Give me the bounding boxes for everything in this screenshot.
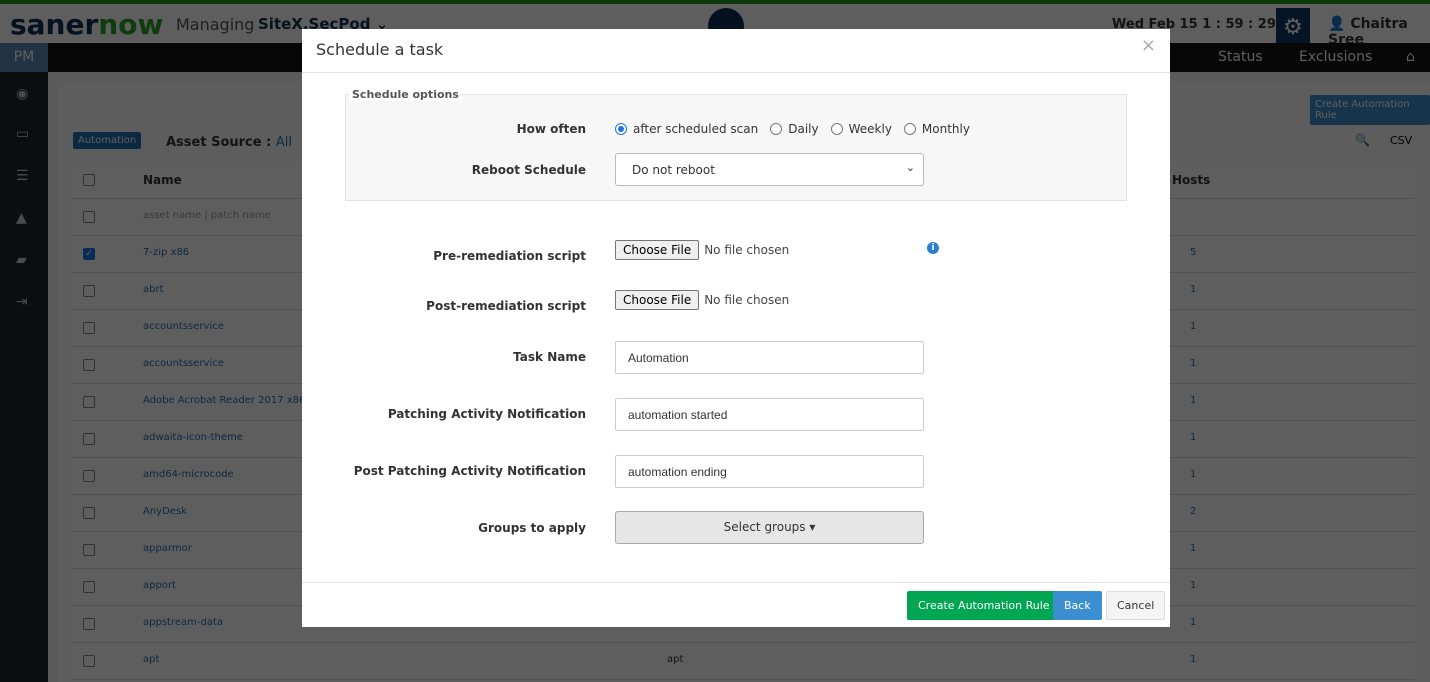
search-icon[interactable]: 🔍 (1355, 133, 1370, 147)
row-hosts[interactable]: 1 (1190, 543, 1196, 554)
groups-label: Groups to apply (478, 521, 586, 535)
row-patch: apt (667, 654, 684, 665)
list-icon[interactable]: ☰ (16, 168, 29, 184)
row-name[interactable]: Adobe Acrobat Reader 2017 x86 (143, 395, 305, 406)
gear-icon[interactable]: ⚙ (1276, 8, 1310, 47)
choose-file-button[interactable]: Choose File (615, 290, 700, 310)
row-name[interactable]: abrt (143, 284, 164, 295)
row-name[interactable]: apport (143, 580, 176, 591)
module-pm[interactable]: PM (0, 43, 48, 72)
book-icon[interactable]: ▰ (16, 252, 27, 268)
row-hosts[interactable]: 1 (1190, 395, 1196, 406)
row-name[interactable]: adwaita-icon-theme (143, 432, 243, 443)
task-name-label: Task Name (513, 350, 586, 364)
row-checkbox[interactable] (83, 507, 95, 519)
row-hosts[interactable]: 1 (1190, 580, 1196, 591)
row-checkbox[interactable] (83, 618, 95, 630)
eye-icon[interactable]: ◉ (16, 86, 28, 102)
patch-notif-label: Patching Activity Notification (387, 407, 586, 421)
radio-daily[interactable]: Daily (770, 122, 819, 136)
cancel-button[interactable]: Cancel (1106, 591, 1166, 620)
create-automation-rule-button[interactable]: Create Automation Rule (907, 591, 1061, 620)
create-automation-rule-top[interactable]: Create Automation Rule (1310, 95, 1430, 125)
row-checkbox[interactable] (83, 655, 95, 667)
how-often-radios: after scheduled scan Daily Weekly Monthl… (615, 122, 970, 136)
task-name-input[interactable] (615, 341, 924, 374)
nav-status[interactable]: Status (1218, 49, 1263, 65)
reboot-label: Reboot Schedule (471, 163, 586, 177)
row-checkbox[interactable] (83, 470, 95, 482)
modal-title: Schedule a task (316, 40, 444, 59)
chevron-down-icon: ⌄ (905, 161, 915, 174)
row-checkbox[interactable] (83, 322, 95, 334)
managing-label: Managing (176, 15, 255, 34)
home-icon[interactable]: ⌂ (1406, 49, 1415, 65)
warning-icon[interactable]: ▲ (16, 210, 27, 226)
logo: sanernow (10, 8, 164, 41)
row-hosts[interactable]: 1 (1190, 617, 1196, 628)
radio-monthly[interactable]: Monthly (903, 122, 970, 136)
post-notif-input[interactable] (615, 455, 924, 488)
close-icon[interactable]: × (1141, 35, 1156, 56)
monitor-icon[interactable]: ▭ (16, 126, 29, 142)
pre-script-label: Pre-remediation script (433, 249, 586, 263)
row-name[interactable]: apt (143, 654, 159, 665)
row-checkbox[interactable] (83, 285, 95, 297)
nav-exclusions[interactable]: Exclusions (1299, 49, 1372, 65)
automation-button[interactable]: Automation (73, 132, 142, 149)
select-all-checkbox[interactable] (83, 174, 95, 186)
choose-file-button[interactable]: Choose File (615, 240, 700, 260)
csv-button[interactable]: CSV (1390, 134, 1412, 147)
row-name[interactable]: 7-zip x86 (143, 247, 189, 258)
radio-weekly[interactable]: Weekly (830, 122, 892, 136)
sidebar: ◉ ▭ ☰ ▲ ▰ ⇥ (0, 72, 48, 682)
modal-footer: Create Automation Rule Back Cancel (302, 582, 1170, 627)
asset-source[interactable]: Asset Source : All (166, 135, 292, 150)
row-hosts[interactable]: 1 (1190, 321, 1196, 332)
post-script-label: Post-remediation script (426, 299, 586, 313)
schedule-task-modal: Schedule a task × Schedule options How o… (302, 29, 1170, 627)
row-hosts[interactable]: 1 (1190, 358, 1196, 369)
row-checkbox[interactable] (83, 359, 95, 371)
filter-checkbox[interactable] (83, 211, 95, 223)
file-status: No file chosen (704, 293, 790, 307)
radio-after-scan[interactable]: after scheduled scan (615, 122, 758, 136)
file-status: No file chosen (704, 243, 790, 257)
select-groups-dropdown[interactable]: Select groups ▾ (615, 511, 924, 544)
table-row[interactable]: apt apt 1 (70, 643, 1415, 680)
row-checkbox[interactable] (83, 544, 95, 556)
post-script-file[interactable]: Choose File No file chosen (615, 290, 789, 310)
row-hosts[interactable]: 1 (1190, 469, 1196, 480)
filter-input[interactable]: asset name | patch name (143, 210, 271, 221)
row-checkbox[interactable] (83, 433, 95, 445)
row-hosts[interactable]: 1 (1190, 432, 1196, 443)
row-name[interactable]: apparmor (143, 543, 192, 554)
row-hosts[interactable]: 1 (1190, 654, 1196, 665)
row-hosts[interactable]: 5 (1190, 247, 1196, 258)
post-notif-label: Post Patching Activity Notification (353, 464, 586, 478)
how-often-label: How often (516, 122, 586, 136)
row-name[interactable]: accountsservice (143, 358, 224, 369)
row-checkbox[interactable] (83, 396, 95, 408)
row-hosts[interactable]: 1 (1190, 284, 1196, 295)
back-button[interactable]: Back (1053, 591, 1102, 620)
row-name[interactable]: AnyDesk (143, 506, 187, 517)
row-name[interactable]: appstream-data (143, 617, 223, 628)
patch-notif-input[interactable] (615, 398, 924, 431)
reboot-select[interactable]: Do not reboot ⌄ (615, 153, 924, 186)
row-name[interactable]: accountsservice (143, 321, 224, 332)
pre-script-file[interactable]: Choose File No file chosen (615, 240, 789, 260)
schedule-options-legend: Schedule options (349, 88, 462, 101)
info-icon[interactable]: i (927, 242, 939, 254)
logout-icon[interactable]: ⇥ (16, 294, 28, 310)
row-checkbox[interactable] (83, 581, 95, 593)
row-hosts[interactable]: 2 (1190, 506, 1196, 517)
row-checkbox[interactable]: ✓ (83, 248, 95, 260)
row-name[interactable]: amd64-microcode (143, 469, 234, 480)
